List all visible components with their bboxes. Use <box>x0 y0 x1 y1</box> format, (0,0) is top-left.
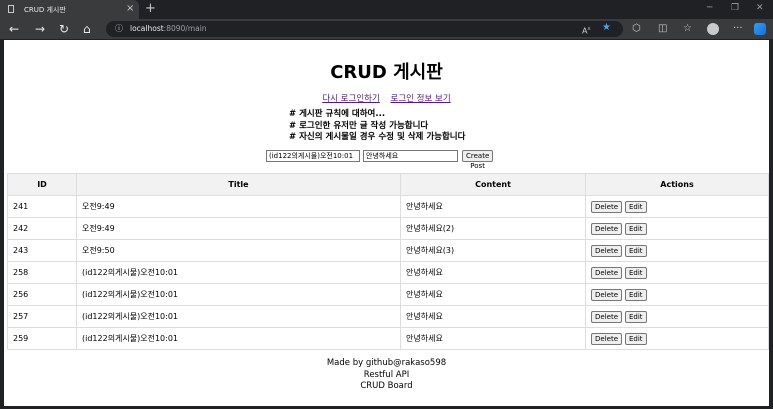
auth-links: 다시 로그인하기 로그인 정보 보기 <box>4 92 769 104</box>
more-menu-icon[interactable]: ··· <box>733 23 743 34</box>
rule-line: # 로그인한 유저만 글 작성 가능합니다 <box>289 120 429 131</box>
edit-button[interactable]: Edit <box>625 332 647 345</box>
restore-icon[interactable]: ❐ <box>731 3 739 13</box>
relogin-link[interactable]: 다시 로그인하기 <box>322 94 379 104</box>
post-actions: Delete Edit <box>585 305 769 328</box>
delete-button[interactable]: Delete <box>591 288 622 301</box>
column-header-content: Content <box>400 173 586 196</box>
post-title: (id122의게시물)오전10:01 <box>76 327 401 350</box>
post-title: (id122의게시물)오전10:01 <box>76 261 401 284</box>
edit-button[interactable]: Edit <box>625 266 647 279</box>
post-content: 안녕하세요 <box>400 195 586 218</box>
edit-button[interactable]: Edit <box>625 200 647 213</box>
post-actions: Delete Edit <box>585 217 769 240</box>
post-actions: Delete Edit <box>585 239 769 262</box>
delete-button[interactable]: Delete <box>591 222 622 235</box>
post-content: 안녕하세요(2) <box>400 217 586 240</box>
title-input[interactable] <box>266 150 360 162</box>
home-icon[interactable]: ⌂ <box>83 22 91 36</box>
table-row: 241 오전9:49 안녕하세요 Delete Edit <box>7 195 769 218</box>
post-title: 오전9:50 <box>76 239 401 262</box>
favorite-star-icon[interactable]: ★ <box>602 20 611 36</box>
delete-button[interactable]: Delete <box>591 310 622 323</box>
rule-line: # 자신의 게시물일 경우 수정 및 삭제 가능합니다 <box>289 132 466 142</box>
profile-avatar[interactable] <box>707 23 719 35</box>
delete-button[interactable]: Delete <box>591 200 622 213</box>
tab-strip: CRUD 게시판 × + ─ ❐ ✕ <box>0 0 773 19</box>
tab-title: CRUD 게시판 <box>24 6 66 14</box>
table-row: 243 오전9:50 안녕하세요(3) Delete Edit <box>7 239 769 262</box>
column-header-actions: Actions <box>585 173 769 196</box>
page-viewport: CRUD 게시판 다시 로그인하기 로그인 정보 보기 # 게시판 규칙에 대하… <box>4 40 769 406</box>
post-content: 안녕하세요 <box>400 305 586 328</box>
table-row: 256 (id122의게시물)오전10:01 안녕하세요 Delete Edit <box>7 283 769 306</box>
page-icon <box>8 5 14 13</box>
board-rules: # 게시판 규칙에 대하여... # 로그인한 유저만 글 작성 가능합니다 #… <box>289 109 465 144</box>
footer-board: CRUD Board <box>360 381 413 391</box>
post-id: 256 <box>7 283 77 306</box>
content-input[interactable] <box>363 150 458 162</box>
extensions-icon[interactable]: ⬡ <box>632 23 641 34</box>
delete-button[interactable]: Delete <box>591 244 622 257</box>
url-host: localhost <box>130 24 164 33</box>
posts-table: ID Title Content Actions 241 오전9:49 안녕하세요 D… <box>7 173 769 350</box>
browser-toolbar: ← → ↻ ⌂ ⓘ localhost:8090/main Aʌ ★ ⬡ ◫ ☆… <box>0 19 773 39</box>
table-row: 259 (id122의게시물)오전10:01 안녕하세요 Delete Edit <box>7 327 769 350</box>
site-info-icon[interactable]: ⓘ <box>115 21 123 37</box>
footer-api: Restful API <box>363 369 410 380</box>
post-content: 안녕하세요 <box>400 283 586 306</box>
new-tab-button[interactable]: + <box>145 1 156 16</box>
post-actions: Delete Edit <box>585 283 769 306</box>
page-title: CRUD 게시판 <box>330 62 443 83</box>
post-title: (id122의게시물)오전10:01 <box>76 283 401 306</box>
edit-button[interactable]: Edit <box>625 288 647 301</box>
edit-button[interactable]: Edit <box>625 222 647 235</box>
back-icon[interactable]: ← <box>9 22 19 36</box>
split-screen-icon[interactable]: ◫ <box>658 23 667 34</box>
close-window-icon[interactable]: ✕ <box>756 3 764 13</box>
browser-tab[interactable]: CRUD 게시판 × <box>0 0 139 19</box>
column-header-id: ID <box>7 173 77 196</box>
table-row: 257 (id122의게시물)오전10:01 안녕하세요 Delete Edit <box>7 305 769 328</box>
footer-credit: Made by github@rakaso598 <box>326 358 447 368</box>
close-tab-icon[interactable]: × <box>126 3 134 14</box>
read-aloud-icon[interactable]: Aʌ <box>582 21 590 40</box>
create-post-button[interactable]: Create Post <box>462 150 494 170</box>
post-title: 오전9:49 <box>76 195 401 218</box>
login-info-link[interactable]: 로그인 정보 보기 <box>391 94 451 104</box>
footer: Made by github@rakaso598 Restful API CRU… <box>4 358 769 393</box>
table-header-row: ID Title Content Actions <box>7 173 769 196</box>
post-title: 오전9:49 <box>76 217 401 240</box>
post-id: 241 <box>7 195 77 218</box>
column-header-title: Title <box>76 173 401 196</box>
address-bar[interactable]: ⓘ localhost:8090/main Aʌ ★ <box>106 21 623 37</box>
post-actions: Delete Edit <box>585 261 769 284</box>
post-content: 안녕하세요 <box>400 327 586 350</box>
post-actions: Delete Edit <box>585 327 769 350</box>
post-id: 257 <box>7 305 77 328</box>
forward-icon[interactable]: → <box>35 22 45 36</box>
edit-button[interactable]: Edit <box>625 310 647 323</box>
reload-icon[interactable]: ↻ <box>59 22 69 36</box>
post-content: 안녕하세요 <box>400 261 586 284</box>
post-id: 242 <box>7 217 77 240</box>
post-actions: Delete Edit <box>585 195 769 218</box>
url-path: :8090/main <box>163 24 207 33</box>
minimize-icon[interactable]: ─ <box>707 3 712 13</box>
post-id: 258 <box>7 261 77 284</box>
post-title: (id122의게시물)오전10:01 <box>76 305 401 328</box>
delete-button[interactable]: Delete <box>591 332 622 345</box>
rule-line: # 게시판 규칙에 대하여... <box>289 109 386 119</box>
favorites-icon[interactable]: ☆ <box>683 23 692 34</box>
table-row: 258 (id122의게시물)오전10:01 안녕하세요 Delete Edit <box>7 261 769 284</box>
post-id: 259 <box>7 327 77 350</box>
table-row: 242 오전9:49 안녕하세요(2) Delete Edit <box>7 217 769 240</box>
post-id: 243 <box>7 239 77 262</box>
delete-button[interactable]: Delete <box>591 266 622 279</box>
edit-button[interactable]: Edit <box>625 244 647 257</box>
post-content: 안녕하세요(3) <box>400 239 586 262</box>
copilot-icon[interactable] <box>754 23 766 35</box>
